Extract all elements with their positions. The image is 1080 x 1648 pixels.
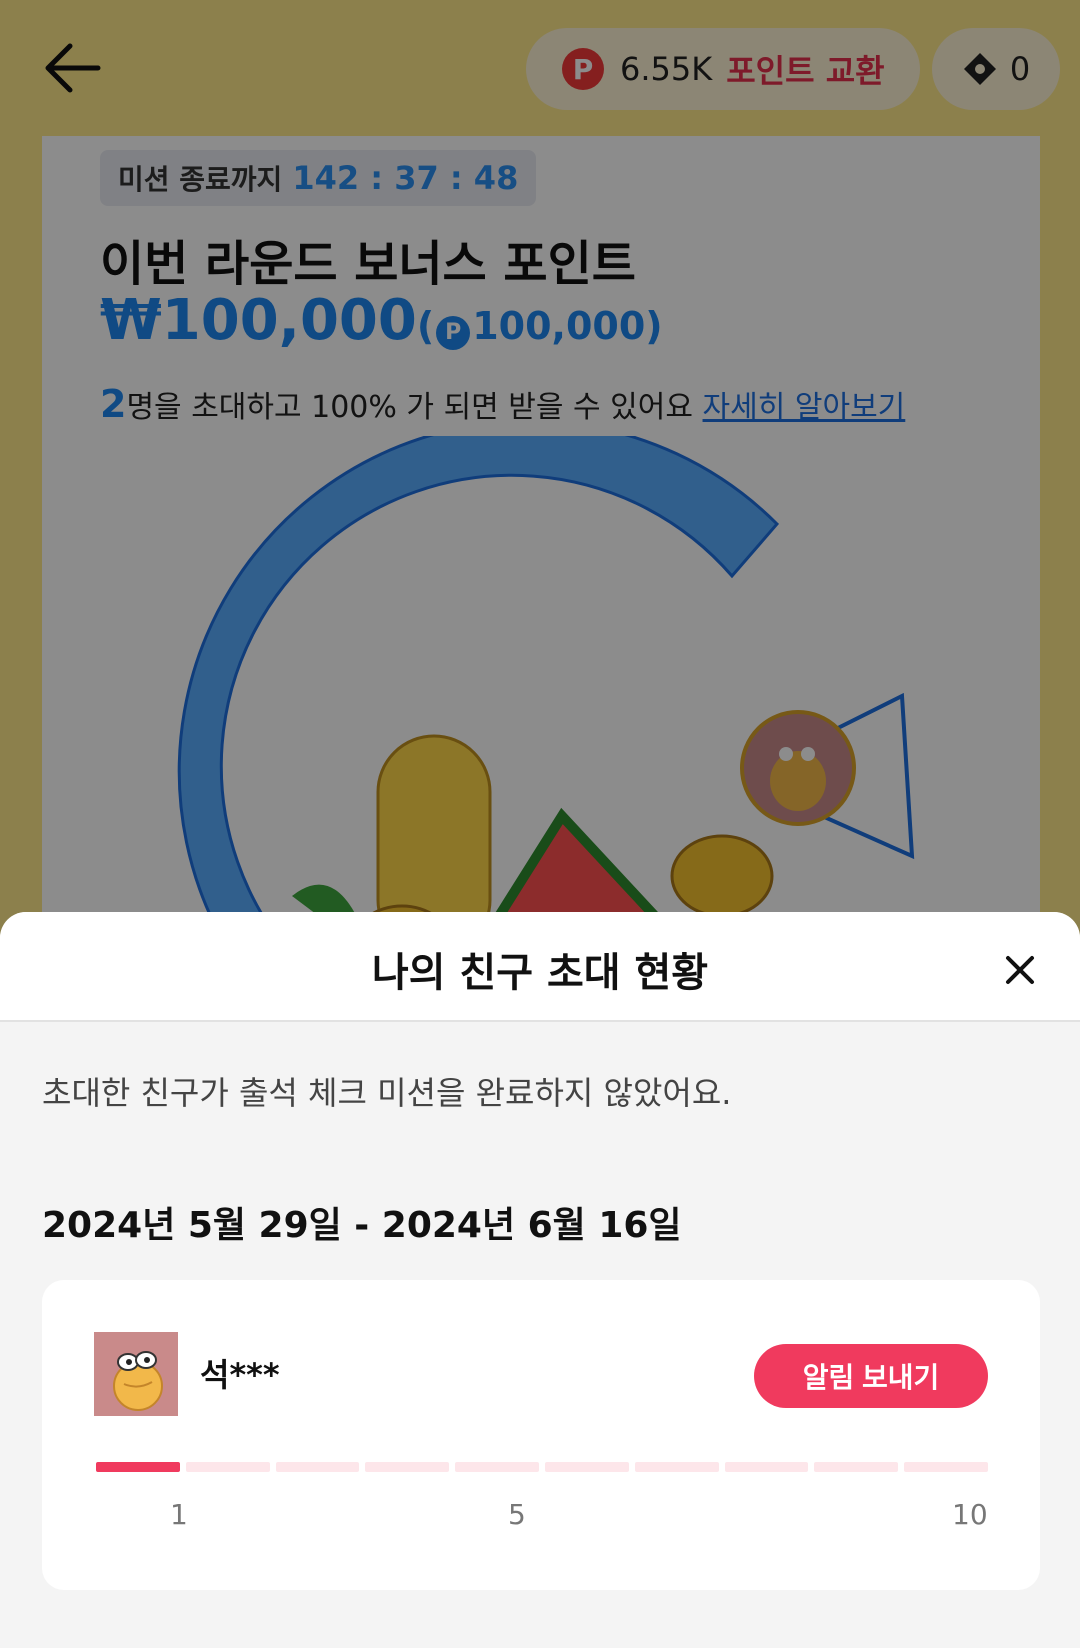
progress-segment [455,1462,539,1472]
progress-segment [814,1462,899,1472]
invite-period: 2024년 5월 29일 - 2024년 6월 16일 [42,1205,682,1246]
sheet-header: 나의 친구 초대 현황 [0,912,1080,1022]
progress-segment [724,1462,809,1472]
close-icon [1006,956,1034,984]
progress-segment [904,1462,988,1472]
progress-tick-end: 10 [952,1498,988,1531]
attendance-progress-bar [96,1462,988,1472]
friend-name: 석*** [200,1356,280,1394]
friend-card: 석*** 알림 보내기 1 5 10 [42,1280,1040,1590]
status-message: 초대한 친구가 출석 체크 미션을 완료하지 않았어요. [42,1074,732,1112]
friend-avatar-icon [113,1351,163,1411]
progress-tick-mid: 5 [508,1498,526,1531]
progress-segment [634,1462,719,1472]
progress-tick-start: 1 [170,1498,188,1531]
progress-segment [96,1462,180,1472]
avatar [94,1332,178,1416]
sheet-title: 나의 친구 초대 현황 [371,950,709,996]
send-notification-button[interactable]: 알림 보내기 [754,1344,988,1408]
progress-segment [365,1462,450,1472]
invite-status-sheet: 나의 친구 초대 현황 초대한 친구가 출석 체크 미션을 완료하지 않았어요.… [0,912,1080,1648]
progress-segment [185,1462,270,1472]
progress-segment [275,1462,360,1472]
close-button[interactable] [998,948,1042,992]
progress-segment [544,1462,629,1472]
